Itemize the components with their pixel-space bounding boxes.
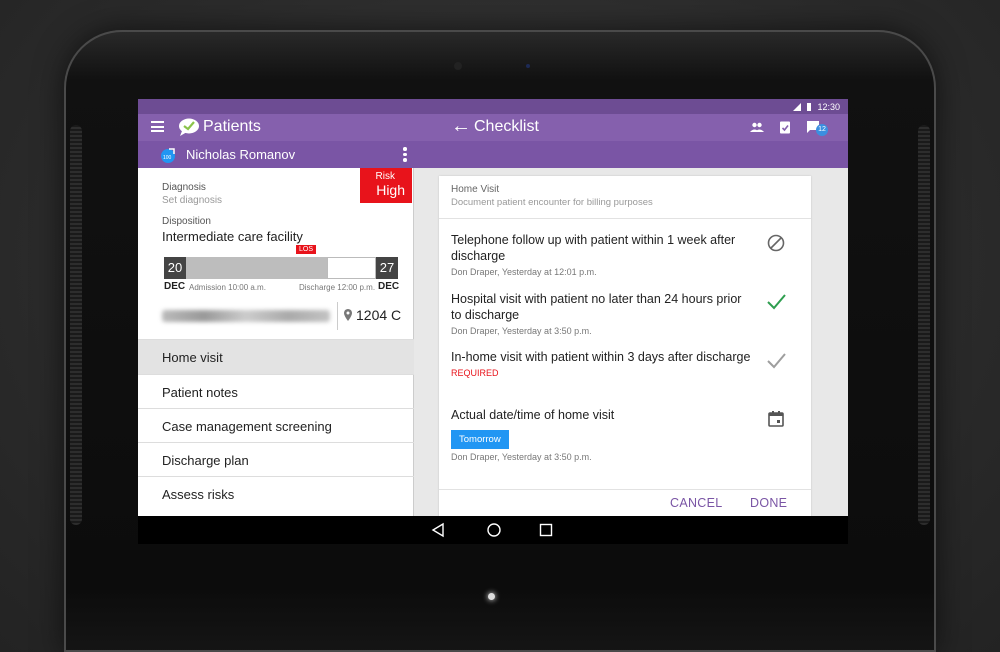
checklist-item: Actual date/time of home visit Tomorrow … [451, 407, 751, 462]
patient-bar: 100 Nicholas Romanov [138, 141, 848, 168]
more-options-icon[interactable] [403, 147, 407, 163]
los-tag: LOS [296, 245, 317, 254]
length-of-stay-timeline: 20 27 LOS [164, 245, 398, 279]
admission-day: 20 [164, 257, 186, 279]
risk-value: High [376, 182, 405, 198]
signal-icon [793, 102, 802, 111]
battery-icon [807, 102, 812, 111]
discharge-month: DEC [378, 281, 400, 292]
chat-logo-icon [179, 118, 199, 136]
clipboard-check-icon[interactable] [778, 120, 792, 134]
facility-name-redacted [162, 310, 330, 322]
app-screen: 12:30 Patients ← Checklist 12 100 Nichol… [138, 99, 848, 544]
cancel-button[interactable]: CANCEL [670, 496, 723, 510]
home-icon[interactable] [486, 522, 502, 538]
checklist-item[interactable]: In-home visit with patient within 3 days… [451, 349, 751, 378]
disposition-label: Disposition [162, 216, 211, 227]
admission-month: DEC [164, 281, 186, 292]
light-sensor [526, 64, 530, 68]
task-text: Actual date/time of home visit [451, 408, 615, 422]
divider [337, 302, 338, 330]
calendar-icon[interactable] [766, 409, 786, 429]
risk-badge: Risk High [360, 168, 412, 203]
discharge-note: Discharge 12:00 p.m. [299, 283, 376, 292]
section-nav: Home visit Patient notes Case management… [138, 339, 414, 510]
patient-name[interactable]: Nicholas Romanov [186, 147, 295, 162]
checklist-subtitle: Document patient encounter for billing p… [451, 197, 653, 208]
check-icon[interactable] [766, 292, 786, 312]
patient-avatar-icon: 100 [161, 148, 175, 163]
app-toolbar: Patients ← Checklist 12 [138, 114, 848, 141]
notification-badge: 12 [816, 124, 828, 136]
discharge-day: 27 [376, 257, 398, 279]
front-camera [454, 62, 462, 70]
task-text: In-home visit with patient within 3 days… [451, 350, 751, 364]
done-button[interactable]: DONE [750, 496, 787, 510]
diagnosis-label: Diagnosis [162, 182, 206, 193]
people-icon[interactable] [750, 120, 764, 134]
notification-led [488, 593, 495, 600]
task-text: Telephone follow up with patient within … [451, 233, 736, 263]
app-title[interactable]: Patients [203, 118, 261, 136]
speaker-grille-right [918, 125, 930, 525]
status-bar: 12:30 [138, 99, 848, 114]
task-meta: Don Draper, Yesterday at 12:01 p.m. [451, 267, 597, 277]
speaker-grille-left [70, 125, 82, 525]
recents-icon[interactable] [538, 522, 554, 538]
checklist-card: Home Visit Document patient encounter fo… [439, 176, 811, 544]
messages-button[interactable]: 12 [806, 120, 828, 136]
not-applicable-icon[interactable] [766, 233, 786, 253]
room-number: 1204 C [356, 307, 402, 323]
date-picker-button[interactable]: Tomorrow [451, 430, 509, 449]
task-meta: Don Draper, Yesterday at 3:50 p.m. [451, 326, 592, 336]
patient-summary-panel: Diagnosis Set diagnosis Risk High Dispos… [138, 168, 414, 544]
los-remaining [327, 257, 376, 279]
nav-item-discharge-plan[interactable]: Discharge plan [138, 442, 414, 476]
back-icon[interactable] [430, 522, 446, 538]
check-icon[interactable] [766, 351, 786, 371]
checklist-title: Home Visit [451, 184, 500, 195]
task-text: Hospital visit with patient no later tha… [451, 292, 742, 322]
checklist-item[interactable]: Telephone follow up with patient within … [451, 232, 751, 277]
card-footer-divider [439, 489, 811, 490]
task-meta: Don Draper, Yesterday at 3:50 p.m. [451, 452, 592, 462]
checklist-header: Home Visit Document patient encounter fo… [439, 176, 811, 219]
disposition-value[interactable]: Intermediate care facility [162, 229, 303, 244]
back-arrow-icon[interactable]: ← [451, 116, 471, 136]
nav-item-home-visit[interactable]: Home visit [138, 339, 414, 374]
diagnosis-value[interactable]: Set diagnosis [162, 195, 222, 206]
risk-label: Risk [375, 171, 395, 182]
nav-item-assess-risks[interactable]: Assess risks [138, 476, 414, 510]
location-pin-icon [344, 309, 352, 321]
nav-item-patient-notes[interactable]: Patient notes [138, 374, 414, 408]
status-time: 12:30 [817, 101, 840, 112]
svg-text:100: 100 [163, 155, 172, 161]
required-label: REQUIRED [451, 368, 499, 378]
page-title: Checklist [474, 118, 539, 135]
system-nav-bar [138, 516, 848, 544]
menu-icon[interactable] [151, 121, 164, 132]
los-progress-fill [186, 257, 327, 279]
nav-item-case-management-screening[interactable]: Case management screening [138, 408, 414, 442]
checklist-item[interactable]: Hospital visit with patient no later tha… [451, 291, 751, 336]
admission-note: Admission 10:00 a.m. [189, 283, 266, 292]
